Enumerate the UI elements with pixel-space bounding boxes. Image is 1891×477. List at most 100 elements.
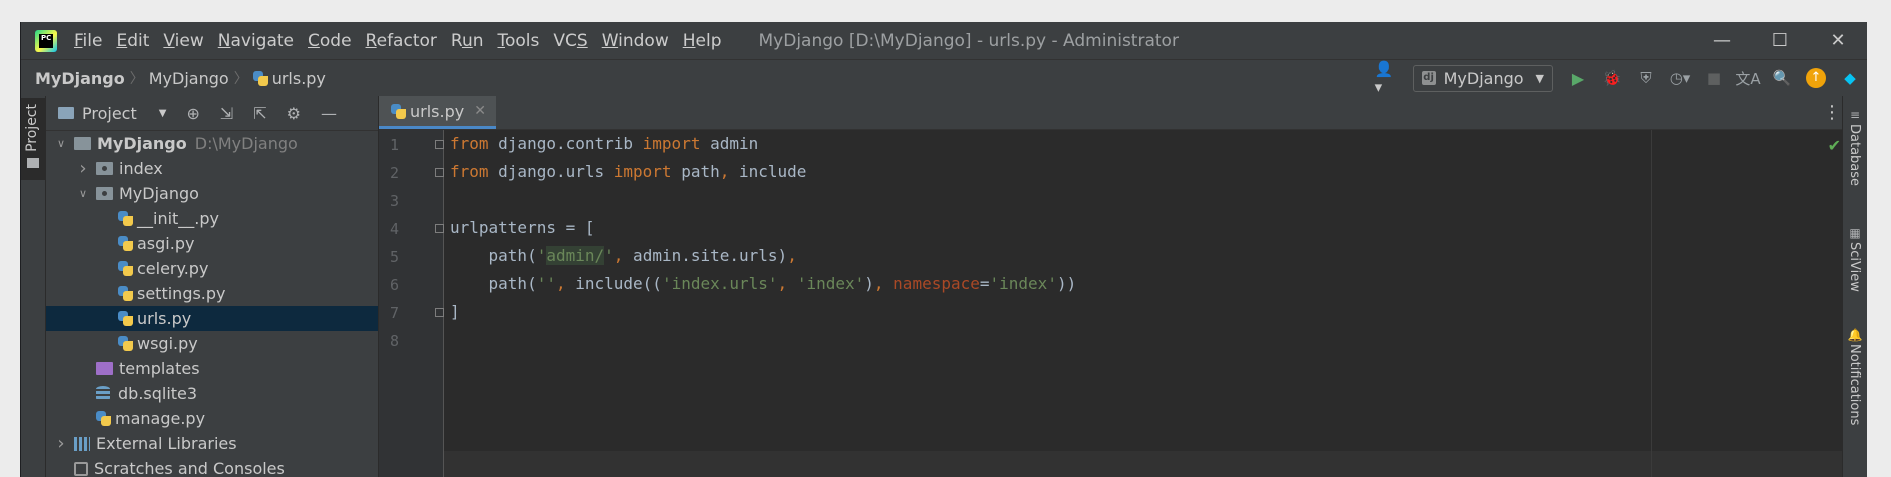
menu-item-text: dit	[127, 30, 150, 51]
code-line[interactable]: path('admin/', admin.site.urls),	[450, 242, 797, 270]
tree-item[interactable]: › External Libraries	[46, 431, 378, 456]
code-line[interactable]: from django.contrib import admin	[450, 130, 758, 158]
chevron-right-icon[interactable]: ›	[76, 158, 90, 179]
menu-item[interactable]: Help	[676, 31, 729, 51]
code-line[interactable]: ]	[450, 298, 460, 326]
breadcrumb-file[interactable]: urls.py	[272, 69, 326, 88]
chevron-down-icon[interactable]: ∨	[76, 187, 90, 200]
tree-item[interactable]: urls.py	[46, 306, 378, 331]
menu-item[interactable]: Run	[444, 31, 491, 51]
tree-item-label: MyDjango	[97, 134, 187, 153]
python-file-icon	[118, 261, 133, 276]
python-file-icon	[252, 70, 268, 86]
menu-item-text: VC	[553, 30, 577, 51]
debug-icon[interactable]: 🐞	[1599, 65, 1625, 91]
database-file-icon	[96, 386, 110, 401]
chevron-down-icon[interactable]: ▼	[159, 108, 167, 119]
tree-item[interactable]: ∨ MyDjango	[46, 181, 378, 206]
jetbrains-ai-icon[interactable]: ◆	[1837, 65, 1863, 91]
menu-item[interactable]: View	[156, 31, 210, 51]
title-bar: PC File Edit View Navigate Code Refactor Run To…	[21, 22, 1867, 59]
tree-item[interactable]: manage.py	[46, 406, 378, 431]
fold-icon[interactable]	[435, 168, 444, 177]
code-punctuation: ,	[555, 274, 566, 293]
tree-item[interactable]: settings.py	[46, 281, 378, 306]
expand-all-icon[interactable]: ⇲	[220, 104, 233, 123]
menu-item-mnemonic: u	[461, 30, 473, 51]
close-icon[interactable]: ✕	[1809, 22, 1867, 59]
sciview-tool-tab[interactable]: ▦ SciView	[1843, 226, 1867, 292]
tree-item[interactable]: templates	[46, 356, 378, 381]
translate-icon[interactable]: 文A	[1735, 65, 1761, 91]
hide-icon[interactable]: —	[321, 104, 337, 123]
tree-item[interactable]: __init__.py	[46, 206, 378, 231]
fold-icon[interactable]	[435, 224, 444, 233]
menu-item[interactable]: Refactor	[359, 31, 444, 51]
code-punctuation: ,	[613, 246, 624, 265]
maximize-icon[interactable]: ☐	[1751, 22, 1809, 59]
menu-item[interactable]: File	[67, 31, 109, 51]
tree-item[interactable]: db.sqlite3	[46, 381, 378, 406]
tree-item-label: manage.py	[115, 409, 206, 428]
notifications-tool-tab[interactable]: 🔔 Notifications	[1843, 328, 1867, 425]
package-folder-icon	[96, 162, 113, 175]
tree-item-label: settings.py	[137, 284, 226, 303]
menu-item-mnemonic: C	[308, 30, 320, 51]
tree-item[interactable]: › index	[46, 156, 378, 181]
menu-item-text: ode	[319, 30, 352, 51]
project-tool-tab-label: Project	[24, 104, 40, 152]
menu-item[interactable]: Tools	[491, 31, 547, 51]
fold-icon[interactable]	[435, 308, 444, 317]
update-icon[interactable]: ↑	[1803, 65, 1829, 91]
tree-item[interactable]: asgi.py	[46, 231, 378, 256]
chevron-right-icon[interactable]: ›	[54, 433, 68, 454]
menu-item[interactable]: Navigate	[211, 31, 301, 51]
coverage-icon[interactable]: ⛨	[1633, 65, 1659, 91]
code-line[interactable]: urlpatterns = [	[450, 214, 595, 242]
fold-icon[interactable]	[435, 140, 444, 149]
breadcrumb-package[interactable]: MyDjango	[149, 69, 229, 88]
search-icon[interactable]: 🔍	[1769, 65, 1795, 91]
run-icon[interactable]: ▶	[1565, 65, 1591, 91]
inspection-ok-icon[interactable]: ✔	[1828, 136, 1841, 155]
breadcrumb-project[interactable]: MyDjango	[35, 69, 125, 88]
tab-urls-py[interactable]: urls.py ✕	[379, 96, 496, 129]
minimize-icon[interactable]: —	[1693, 22, 1751, 59]
menu-item[interactable]: Window	[595, 31, 676, 51]
run-configuration-dropdown[interactable]: dj MyDjango ▼	[1412, 64, 1553, 92]
code-line[interactable]: path('', include(('index.urls', 'index')…	[450, 270, 1077, 298]
profile-icon[interactable]: ◷▾	[1667, 65, 1693, 91]
code-text-token: django.contrib	[488, 134, 643, 153]
menu-item[interactable]: VCS	[546, 31, 594, 51]
code-text-token: urlpatterns = [	[450, 218, 595, 237]
code-line[interactable]: from django.urls import path, include	[450, 158, 806, 186]
user-icon[interactable]: 👤▾	[1375, 60, 1401, 96]
tree-item[interactable]: celery.py	[46, 256, 378, 281]
menu-item[interactable]: Edit	[109, 31, 156, 51]
database-tool-tab[interactable]: ≡ Database	[1843, 108, 1867, 186]
tree-item[interactable]: wsgi.py	[46, 331, 378, 356]
menu-item-mnemonic: S	[576, 30, 588, 51]
tree-item-label: urls.py	[137, 309, 192, 328]
more-icon[interactable]: ⋮	[1823, 102, 1841, 123]
editor-area: urls.py ✕ ⋮ 1 2 3 4 5 6 7 8 from django.contrib…	[379, 96, 1855, 477]
project-tool-tab[interactable]: Project	[21, 98, 45, 180]
project-panel-title[interactable]: Project	[82, 104, 137, 123]
code-string: '	[536, 246, 547, 265]
gear-icon[interactable]: ⚙	[287, 104, 301, 123]
locate-icon[interactable]: ⊕	[186, 104, 199, 123]
code-keyword: import	[613, 162, 672, 181]
tree-item-label: db.sqlite3	[118, 384, 198, 403]
menu-item-mnemonic: V	[163, 30, 175, 51]
breadcrumb: MyDjango 〉 MyDjango 〉 urls.py	[35, 68, 326, 88]
collapse-all-icon[interactable]: ⇱	[253, 104, 266, 123]
project-tree: ∨ MyDjango D:\MyDjango › index ∨ MyDjango __ini…	[46, 131, 378, 477]
tree-item[interactable]: Scratches and Consoles	[46, 456, 378, 477]
menu-item[interactable]: Code	[301, 31, 359, 51]
stop-icon[interactable]: ■	[1701, 65, 1727, 91]
close-tab-icon[interactable]: ✕	[474, 103, 486, 119]
right-tool-strip: ≡ Database ▦ SciView 🔔 Notifications	[1842, 96, 1867, 477]
chevron-down-icon[interactable]: ∨	[54, 137, 68, 150]
tree-item[interactable]: ∨ MyDjango D:\MyDjango	[46, 131, 378, 156]
